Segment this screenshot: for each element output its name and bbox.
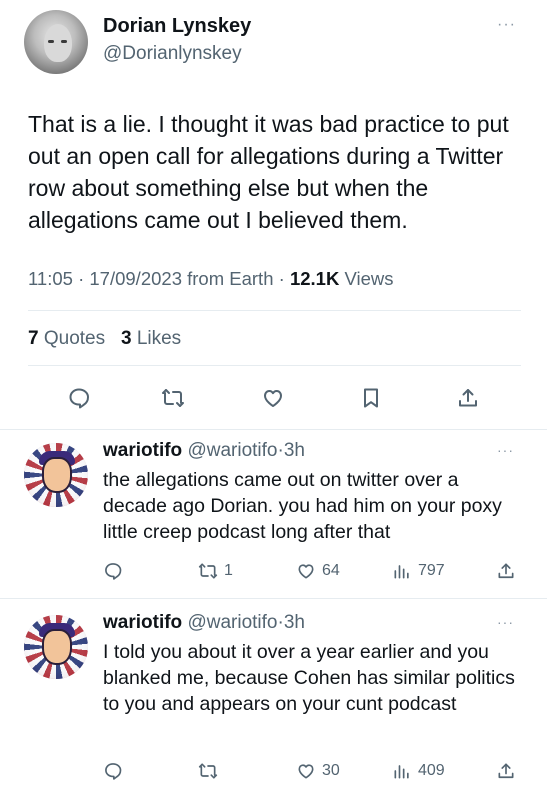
main-tweet: Dorian Lynskey @Dorianlynskey ··· That i…: [0, 0, 547, 430]
tweet-source: from Earth: [187, 268, 274, 289]
avatar-face: [42, 629, 72, 665]
like-count: 64: [322, 562, 340, 579]
share-icon[interactable]: [496, 558, 516, 584]
more-options-icon[interactable]: ···: [497, 614, 514, 630]
reply-icon[interactable]: [103, 758, 123, 784]
reply-avatar[interactable]: [24, 615, 88, 679]
retweet-button[interactable]: [198, 758, 224, 784]
tweet-text: That is a lie. I thought it was bad prac…: [28, 111, 509, 233]
bookmark-icon[interactable]: [356, 383, 386, 413]
divider: [0, 429, 547, 430]
reply-author-name[interactable]: wariotifo: [103, 440, 182, 461]
quotes-label: Quotes: [43, 328, 106, 349]
views-icon: [394, 765, 409, 779]
views-icon: [394, 565, 409, 579]
like-icon[interactable]: [258, 383, 288, 413]
main-action-bar: [0, 383, 547, 413]
retweet-icon[interactable]: [158, 383, 188, 413]
likes-link[interactable]: 3 Likes: [121, 328, 181, 349]
reply-tweet[interactable]: wariotifo @wariotifo·3h ··· the allegati…: [0, 440, 547, 600]
reply-avatar[interactable]: [24, 443, 88, 507]
avatar-eye: [61, 40, 67, 43]
reply-age[interactable]: 3h: [284, 440, 305, 461]
quotes-count: 7: [28, 328, 39, 349]
views-label: Views: [344, 268, 394, 289]
reply-author-handle[interactable]: @wariotifo: [187, 440, 277, 461]
reply-tweet[interactable]: wariotifo @wariotifo·3h ··· I told you a…: [0, 612, 547, 800]
reply-age[interactable]: 3h: [284, 612, 305, 633]
views-count: 409: [418, 762, 445, 779]
retweet-icon: [198, 563, 218, 579]
like-count: 30: [322, 762, 340, 779]
retweet-button[interactable]: 1: [198, 558, 233, 584]
engagement-stats: 7 Quotes 3 Likes: [28, 328, 181, 350]
divider: [0, 598, 547, 599]
reply-action-bar: 1 64 797: [0, 558, 547, 584]
tweet-date[interactable]: 17/09/2023: [89, 268, 182, 289]
views-count: 12.1K: [289, 268, 340, 289]
author-handle[interactable]: @Dorianlynskey: [103, 43, 242, 65]
reply-icon[interactable]: [64, 383, 94, 413]
reply-author-name[interactable]: wariotifo: [103, 612, 182, 633]
avatar-face: [42, 457, 72, 493]
reply-header: wariotifo @wariotifo·3h: [103, 440, 305, 462]
retweet-icon: [198, 763, 218, 779]
like-icon: [298, 564, 314, 579]
views-button[interactable]: 797: [392, 558, 445, 584]
divider: [28, 310, 521, 311]
reply-icon[interactable]: [103, 558, 123, 584]
more-options-icon[interactable]: ···: [497, 442, 514, 458]
tweet-meta: 11:05 · 17/09/2023 from Earth · 12.1K Vi…: [28, 268, 393, 290]
avatar-face: [44, 24, 72, 62]
share-icon[interactable]: [453, 383, 483, 413]
share-icon[interactable]: [496, 758, 516, 784]
like-button[interactable]: 64: [296, 558, 340, 584]
author-name[interactable]: Dorian Lynskey: [103, 15, 251, 38]
likes-count: 3: [120, 328, 132, 349]
reply-text: I told you about it over a year earlier …: [103, 641, 515, 715]
quotes-link[interactable]: 7 Quotes: [28, 328, 105, 349]
reply-author-handle[interactable]: @wariotifo: [187, 612, 277, 633]
views-count: 797: [418, 562, 445, 579]
likes-label: Likes: [136, 328, 182, 349]
views-button[interactable]: 409: [392, 758, 445, 784]
like-icon: [298, 764, 314, 779]
meta-separator: ·: [278, 268, 285, 289]
meta-separator: ·: [78, 268, 85, 289]
divider: [28, 365, 521, 366]
avatar-eye: [48, 40, 54, 43]
reply-action-bar: 30 409: [0, 758, 547, 784]
like-button[interactable]: 30: [296, 758, 340, 784]
reply-header: wariotifo @wariotifo·3h: [103, 612, 305, 634]
author-avatar[interactable]: [24, 10, 88, 74]
tweet-time[interactable]: 11:05: [28, 268, 73, 289]
retweet-count: 1: [224, 562, 233, 579]
reply-text: the allegations came out on twitter over…: [103, 469, 502, 543]
more-options-icon[interactable]: ···: [497, 16, 516, 34]
